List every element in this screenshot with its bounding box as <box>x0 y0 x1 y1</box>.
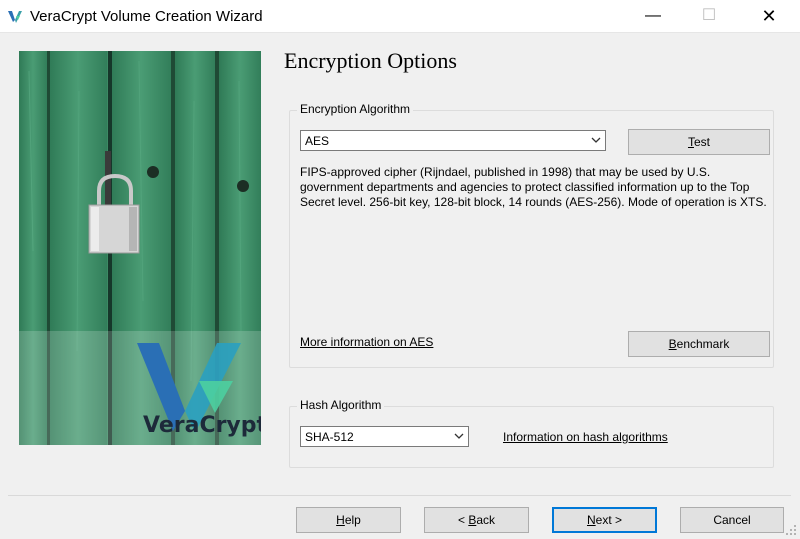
back-button-label: ack <box>476 513 496 527</box>
minimize-button[interactable]: — <box>630 0 676 32</box>
more-info-aes-link[interactable]: More information on AES <box>300 335 433 349</box>
next-button-mnemonic: N <box>586 513 596 527</box>
test-button-label: est <box>693 135 710 149</box>
window-title: VeraCrypt Volume Creation Wizard <box>30 8 263 25</box>
benchmark-button-label: enchmark <box>676 337 730 351</box>
benchmark-button[interactable]: Benchmark <box>628 331 770 357</box>
page-title: Encryption Options <box>284 48 457 73</box>
back-button[interactable]: < Back <box>424 507 529 533</box>
encryption-description: FIPS-approved cipher (Rijndael, publishe… <box>300 165 767 209</box>
wizard-side-image: VeraCrypt <box>19 51 261 445</box>
title-bar: VeraCrypt Volume Creation Wizard — ☐ ✕ <box>0 0 800 33</box>
test-button[interactable]: Test <box>628 129 770 155</box>
help-button-label: elp <box>344 513 361 527</box>
encryption-algorithm-select[interactable]: AES <box>300 130 606 151</box>
hash-info-link[interactable]: Information on hash algorithms <box>503 430 668 444</box>
help-button[interactable]: Help <box>296 507 401 533</box>
veracrypt-app-icon <box>8 11 22 23</box>
resize-grip-icon[interactable] <box>784 523 798 537</box>
maximize-button[interactable]: ☐ <box>686 0 732 32</box>
help-button-mnemonic: H <box>336 513 345 527</box>
cancel-button[interactable]: Cancel <box>680 507 784 533</box>
benchmark-button-mnemonic: B <box>668 337 677 351</box>
encryption-algorithm-value: AES <box>305 134 330 148</box>
footer-divider <box>8 495 791 496</box>
hash-algorithm-select[interactable]: SHA-512 <box>300 426 469 447</box>
next-button[interactable]: Next > <box>552 507 657 533</box>
veracrypt-logo-text: VeraCrypt <box>143 413 261 438</box>
chevron-down-icon <box>591 137 601 143</box>
close-button[interactable]: ✕ <box>746 0 792 32</box>
next-button-label: ext > <box>595 513 623 527</box>
encryption-algorithm-legend: Encryption Algorithm <box>297 102 414 116</box>
padlock-door-illustration <box>19 51 261 445</box>
back-button-prefix: < <box>457 513 469 527</box>
chevron-down-icon <box>454 433 464 439</box>
hash-algorithm-legend: Hash Algorithm <box>297 398 385 412</box>
hash-algorithm-value: SHA-512 <box>305 430 354 444</box>
